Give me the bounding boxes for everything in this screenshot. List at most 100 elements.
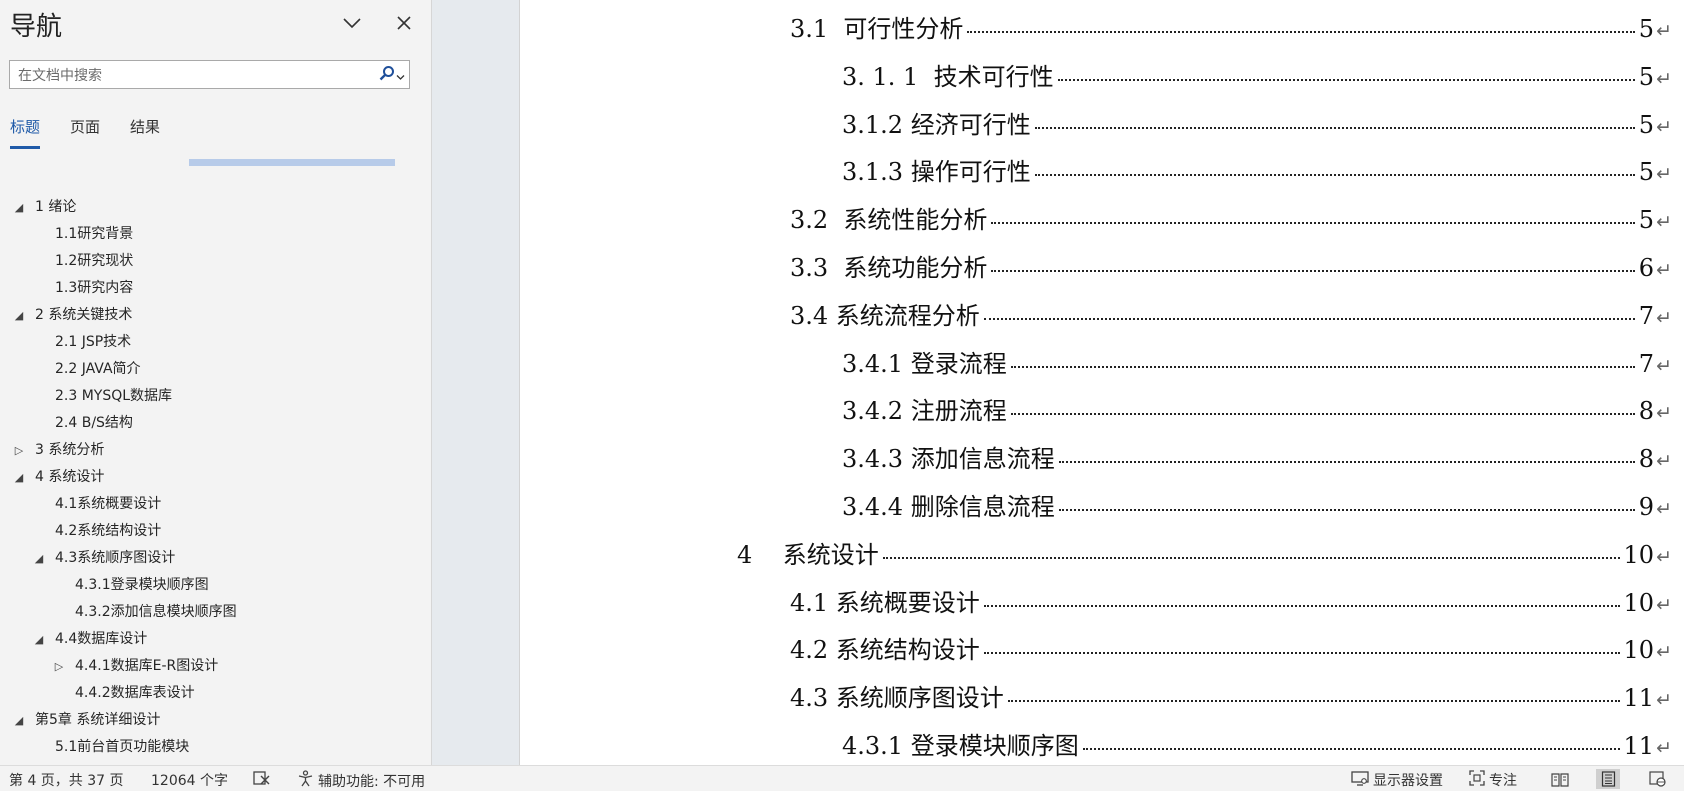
proofing-icon[interactable]: [253, 770, 271, 786]
nav-heading-label: 4 系统设计: [35, 469, 105, 485]
search-icon: [379, 65, 395, 85]
display-settings-button[interactable]: 显示器设置: [1351, 770, 1443, 790]
nav-heading-item[interactable]: ◢ 第5章 系统详细设计: [0, 707, 431, 734]
expanded-arrow-icon[interactable]: ◢: [32, 626, 46, 653]
display-settings-label: 显示器设置: [1373, 773, 1443, 789]
collapsed-arrow-icon[interactable]: ▷: [12, 437, 26, 464]
nav-heading-label: 2.4 B/S结构: [55, 415, 133, 431]
paragraph-mark-icon: ↵: [1656, 402, 1672, 425]
toc-entry[interactable]: 3.2 系统性能分析 5 ↵: [790, 200, 1672, 234]
nav-heading-label: 4.3系统顺序图设计: [55, 550, 176, 566]
nav-heading-label: 1.1研究背景: [55, 226, 134, 242]
nav-heading-item[interactable]: 2.2 JAVA简介: [0, 356, 431, 383]
nav-heading-item[interactable]: 1.2研究现状: [0, 248, 431, 275]
tab-headings[interactable]: 标题: [10, 116, 41, 149]
toc-entry[interactable]: 4.1 系统概要设计 10 ↵: [790, 583, 1672, 617]
toc-leader-dots: [1034, 126, 1635, 129]
toc-leader-dots: [983, 604, 1620, 607]
toc-leader-dots: [882, 556, 1620, 559]
nav-heading-item[interactable]: ◢ 4.4数据库设计: [0, 626, 431, 653]
expanded-arrow-icon[interactable]: ◢: [12, 464, 26, 491]
toc-entry-text: 4.1 系统概要设计: [790, 588, 980, 617]
nav-heading-label: 3 系统分析: [35, 442, 105, 458]
toc-entry[interactable]: 3.4.4 删除信息流程 9 ↵: [842, 487, 1672, 521]
toc-entry[interactable]: 4.2 系统结构设计 10 ↵: [790, 630, 1672, 664]
paragraph-mark-icon: ↵: [1656, 259, 1672, 281]
word-count[interactable]: 12064 个字: [151, 770, 228, 790]
tab-pages[interactable]: 页面: [70, 116, 100, 137]
accessibility-status[interactable]: 辅助功能: 不可用: [297, 770, 425, 791]
nav-heading-item[interactable]: 4.2系统结构设计: [0, 518, 431, 545]
page-gutter: [432, 0, 520, 765]
paragraph-mark-icon: ↵: [1656, 498, 1672, 520]
toc-entry[interactable]: 3.3 系统功能分析 6 ↵: [790, 248, 1672, 282]
nav-heading-label: 2.1 JSP技术: [55, 334, 132, 350]
nav-heading-item[interactable]: ◢ 4.3系统顺序图设计: [0, 545, 431, 572]
toc-entry[interactable]: 3.4 系统流程分析 7 ↵: [790, 296, 1672, 330]
toc-entry[interactable]: 3.1.3 操作可行性 5 ↵: [842, 152, 1672, 186]
accessibility-label: 辅助功能: 不可用: [318, 773, 426, 790]
toc-entry-text: 3.2 系统性能分析: [790, 206, 988, 235]
document-page[interactable]: 3.1 可行性分析 5 ↵ 3. 1. 1 技术可行性 5 ↵ 3.1.2 经济可行性 5 ↵ 3…: [520, 0, 1684, 765]
nav-heading-item[interactable]: 4.4.2数据库表设计: [0, 680, 431, 707]
toc-entry[interactable]: 4 系统设计 10 ↵: [737, 535, 1672, 569]
toc-page-number: 8: [1638, 445, 1655, 474]
web-layout-button[interactable]: [1646, 769, 1670, 789]
tab-results[interactable]: 结果: [130, 116, 160, 137]
chevron-down-icon[interactable]: [339, 10, 365, 36]
toc-entry[interactable]: 3.4.3 添加信息流程 8 ↵: [842, 439, 1672, 473]
nav-heading-label: 4.4数据库设计: [55, 631, 148, 647]
paragraph-mark-icon: ↵: [1656, 354, 1672, 377]
toc-entry[interactable]: 3.1.2 经济可行性 5 ↵: [842, 105, 1672, 139]
nav-heading-item[interactable]: ▷ 4.4.1数据库E-R图设计: [0, 653, 431, 680]
toc-entry[interactable]: 3.4.2 注册流程 8 ↵: [842, 391, 1672, 425]
search-input[interactable]: [16, 64, 380, 87]
expanded-arrow-icon[interactable]: ◢: [12, 302, 26, 329]
toc-leader-dots: [967, 31, 1635, 33]
heading-tree: ◢ 1 绪论 1.1研究背景 1.2研究现状 1.3研究内容 ◢ 2 系统关键技术 2.1 J…: [0, 194, 431, 761]
nav-heading-item[interactable]: 2.3 MYSQL数据库: [0, 383, 431, 410]
toc-entry[interactable]: 3.1 可行性分析 5 ↵: [790, 9, 1672, 43]
nav-heading-item[interactable]: 4.3.1登录模块顺序图: [0, 572, 431, 599]
nav-heading-item[interactable]: 4.1系统概要设计: [0, 491, 431, 518]
toc-page-number: 5: [1638, 62, 1655, 91]
toc-entry[interactable]: 4.3.1 登录模块顺序图 11 ↵: [842, 726, 1672, 760]
navigation-pane: 导航 标题 页面 结果 ◢ 1 绪论 1.1研究背景 1.2研究现状 1.3研究内容 ◢ 2…: [0, 0, 432, 765]
expanded-arrow-icon[interactable]: ◢: [12, 194, 26, 221]
nav-heading-item[interactable]: 1.3研究内容: [0, 275, 431, 302]
read-mode-button[interactable]: [1548, 769, 1572, 789]
nav-heading-item[interactable]: ◢ 1 绪论: [0, 194, 431, 221]
close-icon[interactable]: [391, 10, 417, 36]
nav-heading-item[interactable]: 2.1 JSP技术: [0, 329, 431, 356]
toc-page-number: 8: [1638, 397, 1655, 426]
collapsed-arrow-icon[interactable]: ▷: [52, 653, 66, 680]
nav-heading-item[interactable]: ▷ 3 系统分析: [0, 437, 431, 464]
toc-page-number: 5: [1638, 158, 1655, 187]
expanded-arrow-icon[interactable]: ◢: [12, 707, 26, 734]
nav-pane-title: 导航: [10, 12, 63, 42]
toc-page-number: 6: [1638, 254, 1655, 282]
nav-heading-item[interactable]: 1.1研究背景: [0, 221, 431, 248]
nav-heading-label: 4.2系统结构设计: [55, 523, 162, 539]
toc-page-number: 10: [1623, 540, 1655, 569]
nav-heading-item[interactable]: ◢ 2 系统关键技术: [0, 302, 431, 329]
nav-heading-item[interactable]: 4.3.2添加信息模块顺序图: [0, 599, 431, 626]
nav-heading-item[interactable]: 5.1前台首页功能模块: [0, 734, 431, 761]
toc-entry[interactable]: 4.3 系统顺序图设计 11 ↵: [790, 678, 1672, 712]
toc-page-number: 10: [1623, 636, 1655, 665]
nav-heading-label: 4.4.2数据库表设计: [75, 685, 195, 701]
toc-entry-text: 4.3 系统顺序图设计: [790, 684, 1004, 713]
nav-heading-item[interactable]: ◢ 4 系统设计: [0, 464, 431, 491]
search-options-button[interactable]: [379, 65, 405, 85]
toc-entry[interactable]: 3.4.1 登录流程 7 ↵: [842, 344, 1672, 378]
focus-mode-button[interactable]: 专注: [1469, 770, 1517, 790]
chevron-down-icon: [396, 66, 405, 85]
print-layout-button[interactable]: [1596, 769, 1620, 789]
expanded-arrow-icon[interactable]: ◢: [32, 545, 46, 572]
status-bar: 第 4 页，共 37 页 12064 个字 辅助功能: 不可用 显示器设置 专注: [0, 765, 1684, 791]
toc-entry[interactable]: 3. 1. 1 技术可行性 5 ↵: [842, 57, 1672, 91]
nav-heading-item[interactable]: 2.4 B/S结构: [0, 410, 431, 437]
page-count[interactable]: 第 4 页，共 37 页: [9, 770, 124, 790]
toc-entry-text: 3.3 系统功能分析: [790, 254, 988, 282]
toc-leader-dots: [1010, 365, 1635, 368]
